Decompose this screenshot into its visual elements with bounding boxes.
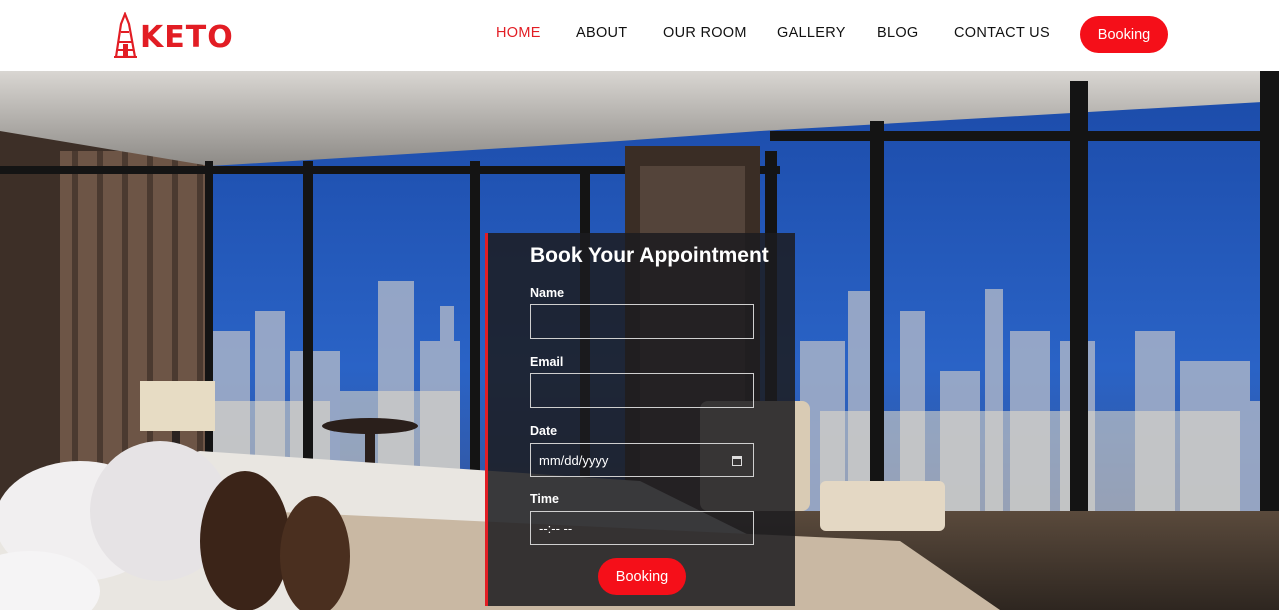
time-input[interactable]: --:-- -- (530, 511, 754, 545)
header-booking-button[interactable]: Booking (1080, 16, 1168, 53)
site-header: KETO HOME ABOUT OUR ROOM GALLERY BLOG CO… (0, 0, 1279, 71)
booking-submit-button[interactable]: Booking (598, 558, 686, 595)
nav-home[interactable]: HOME (496, 25, 541, 41)
calendar-icon[interactable] (732, 456, 742, 466)
time-label: Time (530, 492, 559, 506)
date-placeholder: mm/dd/yyyy (539, 452, 609, 468)
email-label: Email (530, 355, 564, 369)
nav-about[interactable]: ABOUT (576, 25, 627, 41)
booking-form: Book Your Appointment Name Email Date mm… (485, 233, 795, 606)
name-input[interactable] (530, 304, 754, 339)
date-input[interactable]: mm/dd/yyyy (530, 443, 754, 477)
date-label: Date (530, 424, 558, 438)
nav-contact-us[interactable]: CONTACT US (954, 25, 1050, 41)
time-placeholder: --:-- -- (539, 520, 573, 536)
nav-gallery[interactable]: GALLERY (777, 25, 846, 41)
email-input[interactable] (530, 373, 754, 408)
nav-blog[interactable]: BLOG (877, 25, 919, 41)
name-label: Name (530, 286, 565, 300)
nav-our-room[interactable]: OUR ROOM (663, 25, 747, 41)
form-title: Book Your Appointment (530, 244, 769, 267)
